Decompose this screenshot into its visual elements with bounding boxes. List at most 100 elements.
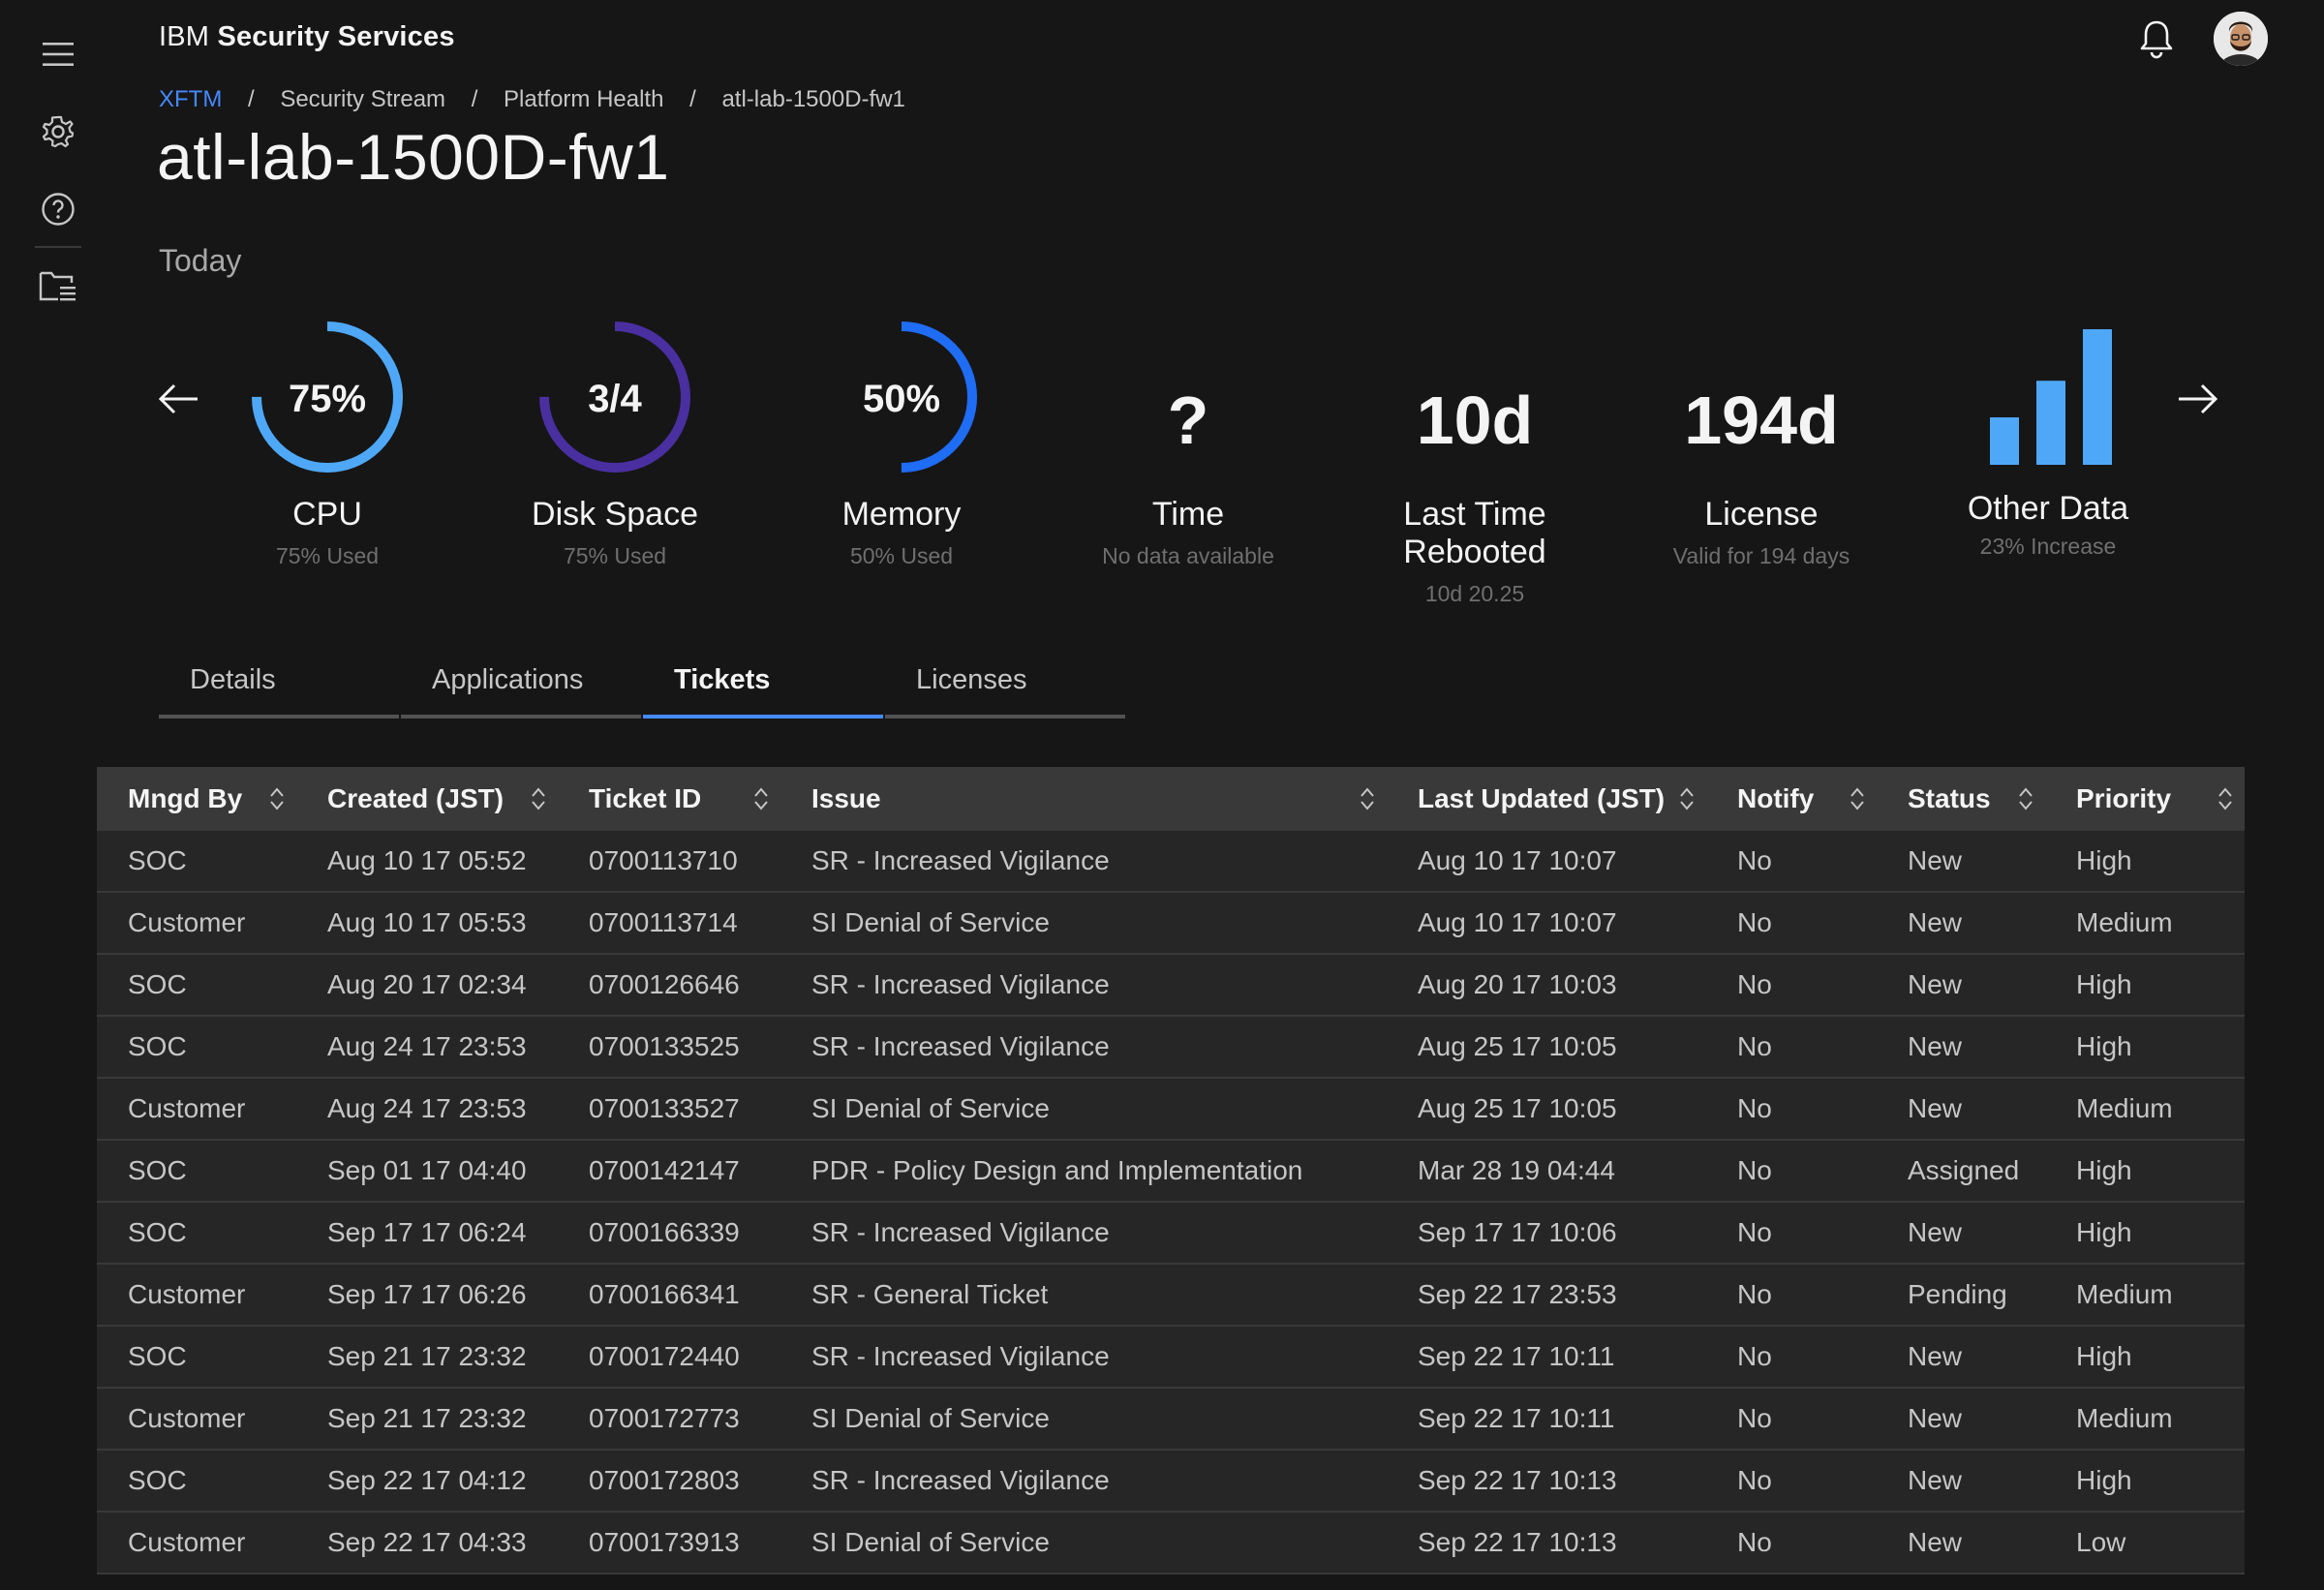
page-title: atl-lab-1500D-fw1 (157, 121, 670, 193)
column-header-notify[interactable]: Notify (1706, 767, 1877, 831)
cell-notify: No (1737, 845, 1772, 875)
breadcrumb-security-stream[interactable]: Security Stream (280, 86, 445, 113)
other-data-bar (1990, 417, 2019, 465)
column-header-status[interactable]: Status (1877, 767, 2045, 831)
metric-disk-space[interactable]: 3/4 Disk Space 75% Used (470, 310, 760, 569)
metric-other-data[interactable]: Other Data 23% Increase (1903, 310, 2193, 560)
column-header-mngd-by[interactable]: Mngd By (97, 767, 296, 831)
column-header-label: Notify (1737, 783, 1815, 813)
breadcrumb-platform-health[interactable]: Platform Health (504, 86, 663, 113)
cell-priority: Medium (2076, 1403, 2173, 1433)
cell-created: Sep 21 17 23:32 (327, 1403, 527, 1433)
app-brand[interactable]: IBM Security Services (159, 21, 455, 53)
table-row[interactable]: SOC Sep 01 17 04:40 0700142147 PDR - Policy… (97, 1141, 2245, 1203)
table-row[interactable]: SOC Sep 22 17 04:12 0700172803 SR - Increas… (97, 1451, 2245, 1513)
tab-tickets[interactable]: Tickets (643, 658, 883, 719)
folder-list-icon[interactable] (39, 267, 77, 306)
cpu-name: CPU (292, 496, 362, 533)
breadcrumb-separator: / (247, 86, 255, 112)
table-row[interactable]: Customer Aug 24 17 23:53 0700133527 SI Deni… (97, 1079, 2245, 1141)
sort-icon[interactable] (531, 786, 546, 811)
cell-created: Sep 17 17 06:24 (327, 1217, 527, 1247)
other-data-bars (1990, 329, 2112, 465)
other-data-bar (2036, 381, 2065, 465)
column-header-label: Status (1908, 783, 1991, 813)
table-row[interactable]: SOC Aug 10 17 05:52 0700113710 SR - Increas… (97, 831, 2245, 893)
column-header-label: Issue (811, 783, 881, 813)
avatar[interactable] (2214, 12, 2268, 66)
cell-status: New (1908, 1527, 1963, 1557)
cell-mngd-by: Customer (128, 1527, 246, 1557)
column-header-priority[interactable]: Priority (2045, 767, 2245, 831)
cell-last-updated: Aug 10 17 10:07 (1418, 845, 1617, 875)
cell-notify: No (1737, 969, 1772, 999)
cell-priority: High (2076, 1465, 2132, 1495)
table-row[interactable]: SOC Sep 17 17 06:24 0700166339 SR - Increas… (97, 1203, 2245, 1265)
notification-icon[interactable] (2136, 17, 2177, 60)
cell-status: New (1908, 1031, 1963, 1061)
sort-icon[interactable] (1850, 786, 1865, 811)
breadcrumb-xftm[interactable]: XFTM (159, 86, 222, 113)
cell-status: New (1908, 1403, 1963, 1433)
sort-icon[interactable] (1679, 786, 1695, 811)
period-label: Today (159, 243, 242, 278)
cell-ticket-id: 0700172440 (589, 1341, 740, 1371)
cell-created: Sep 21 17 23:32 (327, 1341, 527, 1371)
cell-priority: High (2076, 1155, 2132, 1185)
settings-icon[interactable] (39, 112, 77, 151)
metric-memory[interactable]: 50% Memory 50% Used (756, 310, 1047, 569)
metric-cpu[interactable]: 75% CPU 75% Used (182, 310, 473, 569)
sort-icon[interactable] (2217, 786, 2233, 811)
cell-status: New (1908, 1217, 1963, 1247)
time-sub: No data available (1102, 543, 1274, 568)
cell-issue: PDR - Policy Design and Implementation (811, 1155, 1303, 1185)
cell-notify: No (1737, 1341, 1772, 1371)
metric-license[interactable]: 194d License Valid for 194 days (1616, 310, 1907, 569)
column-header-label: Priority (2076, 783, 2172, 813)
cell-ticket-id: 0700166341 (589, 1279, 740, 1309)
sort-icon[interactable] (753, 786, 769, 811)
cell-notify: No (1737, 1217, 1772, 1247)
cell-created: Aug 10 17 05:52 (327, 845, 527, 875)
tab-applications[interactable]: Applications (401, 658, 641, 719)
menu-icon[interactable] (39, 35, 77, 74)
cell-priority: High (2076, 845, 2132, 875)
column-header-last-updated[interactable]: Last Updated (JST) (1387, 767, 1706, 831)
cell-ticket-id: 0700173913 (589, 1527, 740, 1557)
table-row[interactable]: Customer Sep 21 17 23:32 0700172773 SI Deni… (97, 1389, 2245, 1451)
metric-last-rebooted[interactable]: 10d Last Time Rebooted 10d 20.25 (1330, 310, 1620, 607)
memory-sub: 50% Used (849, 543, 954, 568)
cell-status: Pending (1908, 1279, 2007, 1309)
cell-status: New (1908, 907, 1963, 937)
license-sub: Valid for 194 days (1672, 543, 1850, 568)
tab-licenses[interactable]: Licenses (885, 658, 1125, 719)
table-row[interactable]: Customer Sep 17 17 06:26 0700166341 SR - Ge… (97, 1265, 2245, 1327)
cell-ticket-id: 0700126646 (589, 969, 740, 999)
column-header-issue[interactable]: Issue (780, 767, 1387, 831)
time-name: Time (1151, 496, 1225, 533)
cell-ticket-id: 0700113714 (589, 907, 738, 937)
table-header: Mngd By Created (JST) Ticket ID Issue Last U… (97, 767, 2245, 831)
tab-details[interactable]: Details (159, 658, 399, 719)
cell-notify: No (1737, 1279, 1772, 1309)
cell-notify: No (1737, 907, 1772, 937)
table-row[interactable]: SOC Aug 20 17 02:34 0700126646 SR - Increas… (97, 955, 2245, 1017)
cell-last-updated: Sep 17 17 10:06 (1418, 1217, 1617, 1247)
table-row[interactable]: Customer Aug 10 17 05:53 0700113714 SI Deni… (97, 893, 2245, 955)
cell-last-updated: Mar 28 19 04:44 (1418, 1155, 1615, 1185)
sort-icon[interactable] (269, 786, 285, 811)
sort-icon[interactable] (2018, 786, 2034, 811)
metric-time[interactable]: ? Time No data available (1043, 310, 1333, 569)
help-icon[interactable] (39, 190, 77, 229)
cell-priority: High (2076, 969, 2132, 999)
column-header-created[interactable]: Created (JST) (296, 767, 558, 831)
cell-created: Aug 10 17 05:53 (327, 907, 527, 937)
cell-created: Aug 24 17 23:53 (327, 1093, 527, 1123)
table-row[interactable]: Customer Sep 22 17 04:33 0700173913 SI Deni… (97, 1513, 2245, 1575)
column-header-ticket-id[interactable]: Ticket ID (558, 767, 780, 831)
sort-icon[interactable] (1360, 786, 1375, 811)
other-data-bar (2083, 329, 2112, 465)
disk-sub: 75% Used (563, 543, 667, 568)
table-row[interactable]: SOC Sep 21 17 23:32 0700172440 SR - Increas… (97, 1327, 2245, 1389)
table-row[interactable]: SOC Aug 24 17 23:53 0700133525 SR - Increas… (97, 1017, 2245, 1079)
